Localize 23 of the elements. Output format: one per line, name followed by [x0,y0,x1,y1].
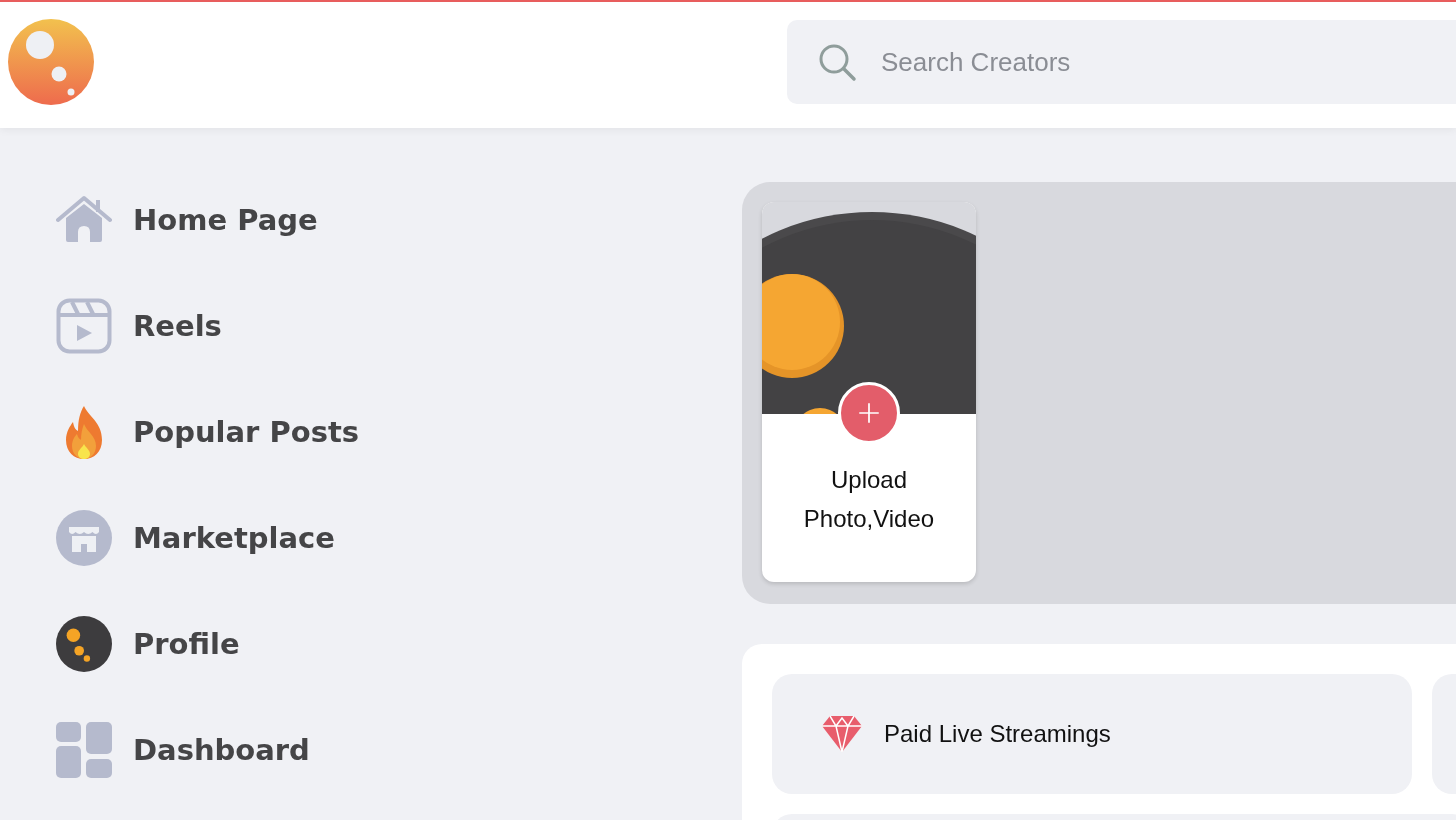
sidebar-item[interactable]: Marketplace [56,510,742,566]
upload-card[interactable]: Upload Photo,Video [762,202,976,582]
sidebar-item-label: Popular Posts [133,415,360,449]
sidebar-item-label: Dashboard [133,733,310,767]
avatar-icon [56,616,112,672]
diamond-icon [822,716,862,752]
store-icon [56,510,112,566]
logo-icon[interactable] [8,19,94,105]
upload-label: Upload Photo,Video [802,465,936,534]
sidebar-item[interactable]: Popular Posts [56,404,742,460]
plus-icon [856,400,882,426]
dashboard-icon [56,722,112,778]
sidebar-item-label: Marketplace [133,521,335,555]
sidebar-item[interactable]: Reels [56,298,742,354]
sidebar-item-label: Profile [133,627,240,661]
sidebar-item[interactable]: Dashboard [56,722,742,778]
sidebar-item[interactable]: Profile [56,616,742,672]
sidebar-item-label: Reels [133,309,222,343]
feature-card[interactable]: Paid Live Streamings [772,674,1412,794]
sidebar-item-label: Home Page [133,203,318,237]
search-field[interactable]: Search Creators [787,20,1456,104]
play-icon [56,298,112,354]
sidebar-item[interactable]: Home Page [56,192,742,248]
